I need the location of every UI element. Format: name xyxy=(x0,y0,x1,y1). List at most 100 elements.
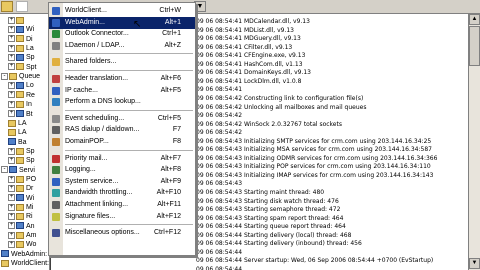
setup-menu: WorldClient... Ctrl+W WebAdmin... Alt+1 Outl… xyxy=(48,2,196,256)
tree-expander-icon[interactable]: + xyxy=(8,156,15,164)
menu-item-shortcut: Ctrl+1 xyxy=(162,30,181,38)
menu-item-system-service[interactable]: System service... Alt+F9 xyxy=(49,176,195,188)
menu-item-attachment-linking[interactable]: Attachment linking... Alt+F11 xyxy=(49,199,195,211)
tree-node-icon xyxy=(9,166,17,174)
menu-item-ras-dialup-dialdown[interactable]: RAS dialup / dialdown... F7 xyxy=(49,124,195,136)
bandwidth-throttling-icon xyxy=(52,189,60,198)
tree-item-label: PO xyxy=(26,175,37,183)
menu-item-signature-files[interactable]: Signature files... Alt+F12 xyxy=(49,211,195,223)
menu-item-webadmin[interactable]: WebAdmin... Alt+1 xyxy=(49,16,195,29)
header-translation-icon xyxy=(52,75,60,83)
tree-node-icon xyxy=(1,259,9,267)
tree-expander-icon[interactable]: + xyxy=(8,54,15,62)
tree-item-label: Spt xyxy=(26,63,37,71)
tree-node-icon xyxy=(16,231,24,239)
tree-expander-icon[interactable]: + xyxy=(8,100,15,108)
scroll-thumb[interactable] xyxy=(469,26,480,66)
tree-item-label: In xyxy=(26,101,32,109)
tree-item-label: Servi xyxy=(19,166,35,174)
tree-node-icon xyxy=(16,222,24,230)
tree-node-icon xyxy=(8,119,16,127)
menu-item-shortcut: Alt+F5 xyxy=(160,86,181,94)
tree-node-icon xyxy=(16,44,24,52)
tree-item-label: Sp xyxy=(26,157,35,165)
tree-expander-icon[interactable]: + xyxy=(8,63,15,71)
tree-expander-icon[interactable]: + xyxy=(8,231,15,239)
menu-item-label: Logging... xyxy=(65,166,96,174)
menu-item-shared-folders[interactable]: Shared folders... xyxy=(49,56,195,68)
event-scheduling-icon xyxy=(52,114,60,123)
menu-item-shortcut: Alt+F8 xyxy=(160,166,181,174)
domainpop-icon xyxy=(52,138,60,146)
menu-item-logging[interactable]: Logging... Alt+F8 xyxy=(49,164,195,176)
menu-item-shortcut: Alt+F6 xyxy=(160,75,181,82)
tree-node-icon xyxy=(16,147,24,155)
tree-node-icon xyxy=(16,82,24,90)
tree-expander-icon[interactable]: + xyxy=(8,175,15,183)
menu-item-perform-a-dns-lookup[interactable]: Perform a DNS lookup... xyxy=(49,96,195,108)
tree-expander-icon[interactable]: + xyxy=(8,26,15,33)
menu-separator xyxy=(65,109,193,111)
menu-item-ip-cache[interactable]: IP cache... Alt+F5 xyxy=(49,85,195,97)
tree-item-label: Am xyxy=(26,232,37,240)
scroll-up-button[interactable]: ▲ xyxy=(469,14,480,25)
tree-node-icon xyxy=(16,213,24,220)
menu-item-label: System service... xyxy=(65,177,119,185)
tree-expander-icon[interactable]: + xyxy=(8,184,15,192)
tree-expander-icon[interactable]: + xyxy=(8,241,15,249)
menu-item-outlook-connector[interactable]: Outlook Connector... Ctrl+1 xyxy=(49,28,195,40)
menu-item-miscellaneous-options[interactable]: Miscellaneous options... Ctrl+F12 xyxy=(49,227,195,239)
tree-expander-icon[interactable]: + xyxy=(8,91,15,99)
tree-expander-icon[interactable]: - xyxy=(1,166,8,174)
tree-item[interactable]: WorldClient: active xyxy=(1,259,49,269)
tree-node-icon xyxy=(16,63,24,71)
tree-node-icon xyxy=(16,54,24,62)
tree-expander-icon[interactable]: + xyxy=(8,44,15,52)
tree-node-icon xyxy=(16,156,24,164)
menu-item-header-translation[interactable]: Header translation... Alt+F6 xyxy=(49,73,195,85)
menu-item-domainpop[interactable]: DomainPOP... F8 xyxy=(49,136,195,148)
tree-expander-icon[interactable]: + xyxy=(8,147,15,155)
ip-cache-icon xyxy=(52,86,60,95)
menu-item-shortcut: Ctrl+F12 xyxy=(153,229,181,237)
vertical-scrollbar[interactable]: ▲ ▼ xyxy=(468,14,480,270)
tree-expander-icon[interactable]: + xyxy=(8,194,15,202)
tree-item-label: Bt xyxy=(26,110,33,118)
menu-item-label: LDaemon / LDAP... xyxy=(65,41,125,49)
scroll-down-button[interactable]: ▼ xyxy=(469,258,480,269)
attachment-linking-icon xyxy=(52,201,60,209)
tree-expander-icon[interactable]: + xyxy=(8,35,15,43)
tree-item-label: Re xyxy=(26,91,35,99)
menu-item-ldaemon-ldap[interactable]: LDaemon / LDAP... Alt+Z xyxy=(49,40,195,52)
tree-expander-icon[interactable]: + xyxy=(8,213,15,220)
folder-icon[interactable] xyxy=(1,1,13,12)
tree-expander-icon[interactable]: + xyxy=(8,203,15,211)
priority-mail-icon xyxy=(52,154,60,163)
tree-expander-icon[interactable]: + xyxy=(8,16,15,24)
menu-item-event-scheduling[interactable]: Event scheduling... Ctrl+F5 xyxy=(49,113,195,125)
menu-item-shortcut: Alt+F10 xyxy=(156,189,181,197)
signature-files-icon xyxy=(52,212,60,221)
menu-item-bandwidth-throttling[interactable]: Bandwidth throttling... Alt+F10 xyxy=(49,187,195,199)
menu-item-label: WebAdmin... xyxy=(65,18,105,26)
menu-item-priority-mail[interactable]: Priority mail... Alt+F7 xyxy=(49,153,195,165)
tree-expander-icon[interactable]: - xyxy=(1,72,8,80)
document-icon[interactable] xyxy=(16,1,28,12)
perform-a-dns-lookup-icon xyxy=(52,98,60,107)
tree-node-icon xyxy=(8,138,16,146)
tree-node-icon xyxy=(16,100,24,108)
miscellaneous-options-icon xyxy=(52,229,60,238)
menu-item-label: Miscellaneous options... xyxy=(65,229,140,237)
tree-expander-icon[interactable]: + xyxy=(8,82,15,90)
tree-expander-icon[interactable]: + xyxy=(8,110,15,118)
menu-item-label: Shared folders... xyxy=(65,58,117,66)
menu-item-label: Event scheduling... xyxy=(65,114,125,122)
navigation-tree: + + Wi + Di + La + Sp + Spt - Queue + Lo + Re + In + Bt LA LA B… xyxy=(0,14,50,270)
ras-dialup-dialdown-icon xyxy=(52,126,60,135)
tree-item-label: LA xyxy=(18,129,27,137)
menu-item-shortcut: Alt+Z xyxy=(164,41,181,49)
menu-item-worldclient[interactable]: WorldClient... Ctrl+W xyxy=(49,5,195,17)
tree-expander-icon[interactable]: + xyxy=(8,222,15,230)
menu-item-label: RAS dialup / dialdown... xyxy=(65,126,140,134)
tree-item-label: Di xyxy=(26,35,33,43)
